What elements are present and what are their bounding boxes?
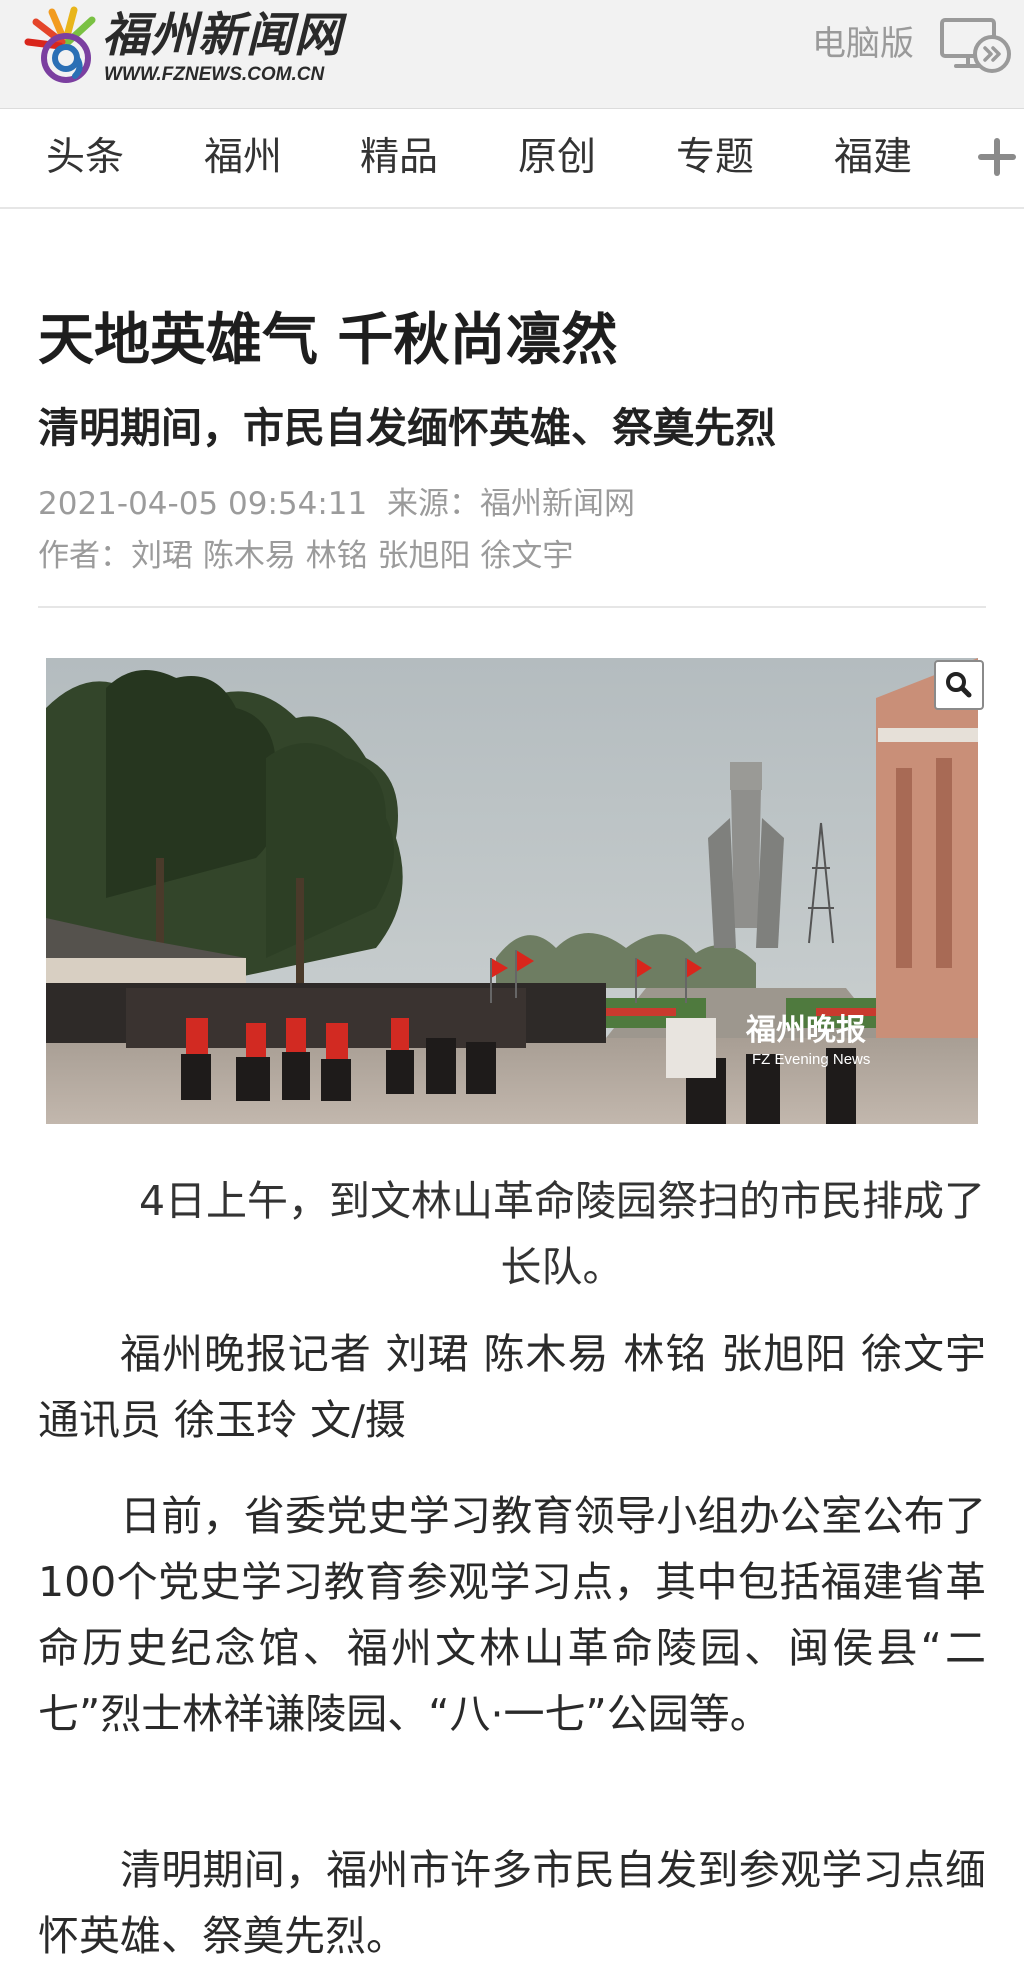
tab-fuzhou[interactable]: 福州 bbox=[204, 133, 282, 183]
source-name: 福州新闻网 bbox=[479, 486, 635, 522]
article-paragraph: 日前，省委党史学习教育领导小组办公室公布了100个党史学习教育参观学习点，其中包… bbox=[38, 1492, 986, 1738]
photo-watermark-cn: 福州晚报 bbox=[745, 1013, 866, 1048]
plus-icon[interactable] bbox=[978, 138, 1016, 176]
channel-nav: 头条 福州 精品 原创 专题 福建 bbox=[0, 109, 1024, 209]
article-title: 天地英雄气 千秋尚凛然 bbox=[38, 308, 618, 373]
site-header: 福州新闻网 WWW.FZNEWS.COM.CN 电脑版 bbox=[0, 0, 1024, 109]
tab-featured[interactable]: 精品 bbox=[360, 133, 438, 183]
article-photo[interactable]: 福州晚报 FZ Evening News bbox=[46, 658, 978, 1124]
photo-scene: 福州晚报 FZ Evening News bbox=[46, 658, 978, 1124]
logo-url: WWW.FZNEWS.COM.CN bbox=[104, 64, 325, 85]
author-label: 作者： bbox=[38, 538, 131, 574]
desktop-version-icon[interactable] bbox=[938, 16, 1012, 76]
article-subtitle: 清明期间，市民自发缅怀英雄、祭奠先烈 bbox=[38, 404, 776, 452]
article-authors: 作者：刘珺 陈木易 林铭 张旭阳 徐文宇 bbox=[38, 536, 573, 576]
source-label: 来源： bbox=[386, 486, 480, 522]
photo-caption: 4日上午，到文林山革命陵园祭扫的市民排成了长队。 bbox=[138, 1177, 986, 1291]
logo-name: 福州新闻网 bbox=[102, 8, 342, 63]
tab-headlines[interactable]: 头条 bbox=[46, 133, 124, 183]
desktop-version-link[interactable]: 电脑版 bbox=[812, 22, 914, 66]
tab-special[interactable]: 专题 bbox=[676, 133, 754, 183]
tab-original[interactable]: 原创 bbox=[518, 133, 596, 183]
article-paragraph: 清明期间，福州市许多市民自发到参观学习点缅怀英雄、祭奠先烈。 bbox=[38, 1846, 986, 1960]
photo-watermark-en: FZ Evening News bbox=[752, 1051, 870, 1068]
search-icon bbox=[946, 672, 972, 698]
site-logo[interactable]: 福州新闻网 WWW.FZNEWS.COM.CN bbox=[22, 6, 382, 88]
publish-datetime: 2021-04-05 09:54:11 bbox=[38, 486, 368, 522]
zoom-button[interactable] bbox=[934, 660, 984, 710]
tab-fujian[interactable]: 福建 bbox=[834, 133, 912, 183]
fznews-logo-icon bbox=[24, 6, 96, 83]
author-names: 刘珺 陈木易 林铭 张旭阳 徐文宇 bbox=[131, 538, 574, 574]
article-meta: 2021-04-05 09:54:11 来源：福州新闻网 bbox=[38, 484, 635, 524]
divider bbox=[38, 606, 986, 608]
article-paragraph: 福州晚报记者 刘珺 陈木易 林铭 张旭阳 徐文宇 通讯员 徐玉玲 文/摄 bbox=[38, 1330, 986, 1444]
